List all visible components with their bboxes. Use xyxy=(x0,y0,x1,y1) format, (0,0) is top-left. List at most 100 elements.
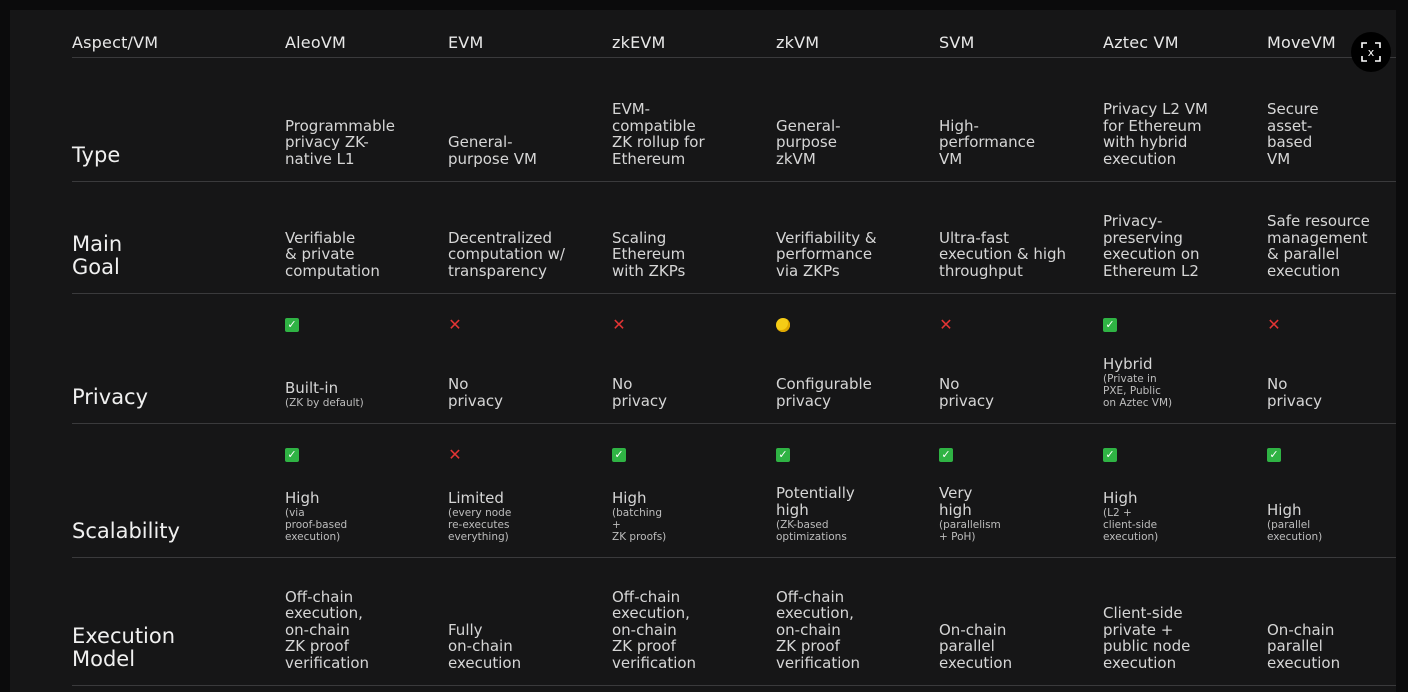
cell-text: Off-chain execution, on-chain ZK proof v… xyxy=(612,587,697,672)
row-privacy: Privacy ✓ Built-in (ZK by default) ✕ No priva… xyxy=(72,294,1396,424)
aspect-label: Execution Model xyxy=(72,624,176,671)
cell-movevm: High (parallel execution) xyxy=(1267,500,1396,543)
cell-text: No privacy xyxy=(448,375,504,410)
cell-movevm: On-chain parallel execution xyxy=(1267,620,1396,672)
check-icon: ✓ xyxy=(776,448,790,462)
check-icon: ✓ xyxy=(1267,448,1281,462)
header-zkvm: zkVM xyxy=(776,33,820,52)
close-icon: x xyxy=(1361,42,1381,62)
cell-text: Built-in xyxy=(285,378,339,397)
cell-aleovm: High (via proof-based execution) xyxy=(285,488,435,543)
cell-text: High xyxy=(1267,500,1302,519)
cell-subtext: (parallelism + PoH) xyxy=(939,519,1001,543)
cell-zkevm: Off-chain execution, on-chain ZK proof v… xyxy=(612,587,762,672)
cross-icon: ✕ xyxy=(1267,315,1281,334)
row-scalability: Scalability ✓ High (via proof-based executi… xyxy=(72,424,1396,558)
cell-zkevm: EVM- compatible ZK rollup for Ethereum xyxy=(612,101,762,167)
cell-text: No privacy xyxy=(939,375,995,410)
cell-movevm: Safe resource management & parallel exec… xyxy=(1267,213,1396,279)
header-aleovm: AleoVM xyxy=(285,33,346,52)
cell-text: No privacy xyxy=(1267,375,1323,410)
table-header-row: Aspect/VM AleoVM EVM zkEVM zkVM SVM Azte… xyxy=(72,30,1396,58)
cell-evm: Decentralized computation w/ transparenc… xyxy=(448,228,598,280)
row-execution-model: Execution Model Off-chain execution, on-c… xyxy=(72,558,1396,686)
cell-zkevm: Scaling Ethereum with ZKPs xyxy=(612,228,762,280)
cell-text: On-chain parallel execution xyxy=(939,620,1013,672)
cell-text: Fully on-chain execution xyxy=(448,620,522,672)
cell-aleovm: Off-chain execution, on-chain ZK proof v… xyxy=(285,587,435,672)
cell-svm: No privacy xyxy=(939,376,1089,409)
cell-aztec-vm: Privacy- preserving execution on Ethereu… xyxy=(1103,213,1253,279)
cell-text: Secure asset- based VM xyxy=(1267,100,1319,168)
cell-subtext: (via proof-based execution) xyxy=(285,507,348,543)
cell-aztec-vm: Client-side private + public node execut… xyxy=(1103,605,1253,671)
image-viewer-panel: Aspect/VM AleoVM EVM zkEVM zkVM SVM Azte… xyxy=(10,10,1396,692)
cell-aztec-vm: Hybrid (Private in PXE, Public on Aztec V… xyxy=(1103,354,1253,409)
aspect-label: Scalability xyxy=(72,519,180,543)
cell-svm: On-chain parallel execution xyxy=(939,620,1089,672)
cell-subtext: (ZK-based optimizations xyxy=(776,519,847,543)
check-icon: ✓ xyxy=(939,448,953,462)
cell-svm: High- performance VM xyxy=(939,116,1089,168)
aspect-label: Privacy xyxy=(72,385,149,409)
check-icon: ✓ xyxy=(285,448,299,462)
cell-evm: Limited (every node re-executes everythin… xyxy=(448,488,598,543)
cell-aleovm: Verifiable & private computation xyxy=(285,228,435,280)
cell-text: General- purpose zkVM xyxy=(776,116,841,168)
cell-zkvm: General- purpose zkVM xyxy=(776,116,926,168)
cell-text: Off-chain execution, on-chain ZK proof v… xyxy=(285,587,370,672)
cell-text: Verifiability & performance via ZKPs xyxy=(776,228,877,280)
cell-text: Hybrid xyxy=(1103,354,1153,373)
cell-aztec-vm: High (L2 + client-side execution) xyxy=(1103,489,1253,543)
close-button[interactable]: x xyxy=(1351,32,1391,72)
cell-svm: Ultra-fast execution & high throughput xyxy=(939,228,1089,280)
header-aztec-vm: Aztec VM xyxy=(1103,33,1179,52)
cell-text: General- purpose VM xyxy=(448,133,537,168)
cell-text: Potentially high xyxy=(776,484,855,519)
cell-zkevm: High (batching + ZK proofs) xyxy=(612,488,762,543)
header-evm: EVM xyxy=(448,33,484,52)
cell-text: Safe resource management & parallel exec… xyxy=(1267,212,1370,280)
row-main-goal: Main Goal Verifiable & private computatio… xyxy=(72,182,1396,294)
cross-icon: ✕ xyxy=(448,315,462,334)
cell-text: Privacy- preserving execution on Ethereu… xyxy=(1103,212,1200,280)
header-aspect: Aspect/VM xyxy=(72,33,159,52)
cell-aleovm: Built-in (ZK by default) xyxy=(285,378,435,409)
header-movevm: MoveVM xyxy=(1267,33,1336,52)
cell-text: Off-chain execution, on-chain ZK proof v… xyxy=(776,587,861,672)
cell-text: Client-side private + public node execut… xyxy=(1103,604,1191,672)
cell-text: Decentralized computation w/ transparenc… xyxy=(448,228,565,280)
cell-subtext: (every node re-executes everything) xyxy=(448,507,512,543)
cell-text: On-chain parallel execution xyxy=(1267,620,1341,672)
cell-evm: General- purpose VM xyxy=(448,134,598,167)
cell-text: Scaling Ethereum with ZKPs xyxy=(612,228,686,280)
cell-movevm: No privacy xyxy=(1267,376,1396,409)
cell-text: Configurable privacy xyxy=(776,375,872,410)
close-glyph: x xyxy=(1368,46,1375,59)
cell-text: Ultra-fast execution & high throughput xyxy=(939,228,1067,280)
cell-text: High xyxy=(285,488,320,507)
cell-zkvm: Potentially high (ZK-based optimizations xyxy=(776,485,926,543)
cell-subtext: (batching + ZK proofs) xyxy=(612,507,667,543)
aspect-label: Main Goal xyxy=(72,232,123,279)
comparison-table: Aspect/VM AleoVM EVM zkEVM zkVM SVM Azte… xyxy=(72,30,1396,686)
cell-text: Programmable privacy ZK- native L1 xyxy=(285,116,396,168)
cell-aleovm: Programmable privacy ZK- native L1 xyxy=(285,116,435,168)
cell-aztec-vm: Privacy L2 VM for Ethereum with hybrid e… xyxy=(1103,101,1253,167)
cell-subtext: (ZK by default) xyxy=(285,397,364,409)
cell-svm: Very high (parallelism + PoH) xyxy=(939,485,1089,543)
cell-text: High- performance VM xyxy=(939,116,1036,168)
cell-evm: No privacy xyxy=(448,376,598,409)
cell-subtext: (L2 + client-side execution) xyxy=(1103,507,1159,543)
cell-text: EVM- compatible ZK rollup for Ethereum xyxy=(612,100,705,168)
cell-text: Verifiable & private computation xyxy=(285,228,380,280)
check-icon: ✓ xyxy=(285,318,299,332)
check-icon: ✓ xyxy=(1103,448,1117,462)
cell-subtext: (parallel execution) xyxy=(1267,519,1323,543)
cell-subtext: (Private in PXE, Public on Aztec VM) xyxy=(1103,373,1173,409)
check-icon: ✓ xyxy=(612,448,626,462)
cell-zkvm: Verifiability & performance via ZKPs xyxy=(776,228,926,280)
cell-text: No privacy xyxy=(612,375,668,410)
cell-text: High xyxy=(612,488,647,507)
cell-text: Limited xyxy=(448,488,504,507)
